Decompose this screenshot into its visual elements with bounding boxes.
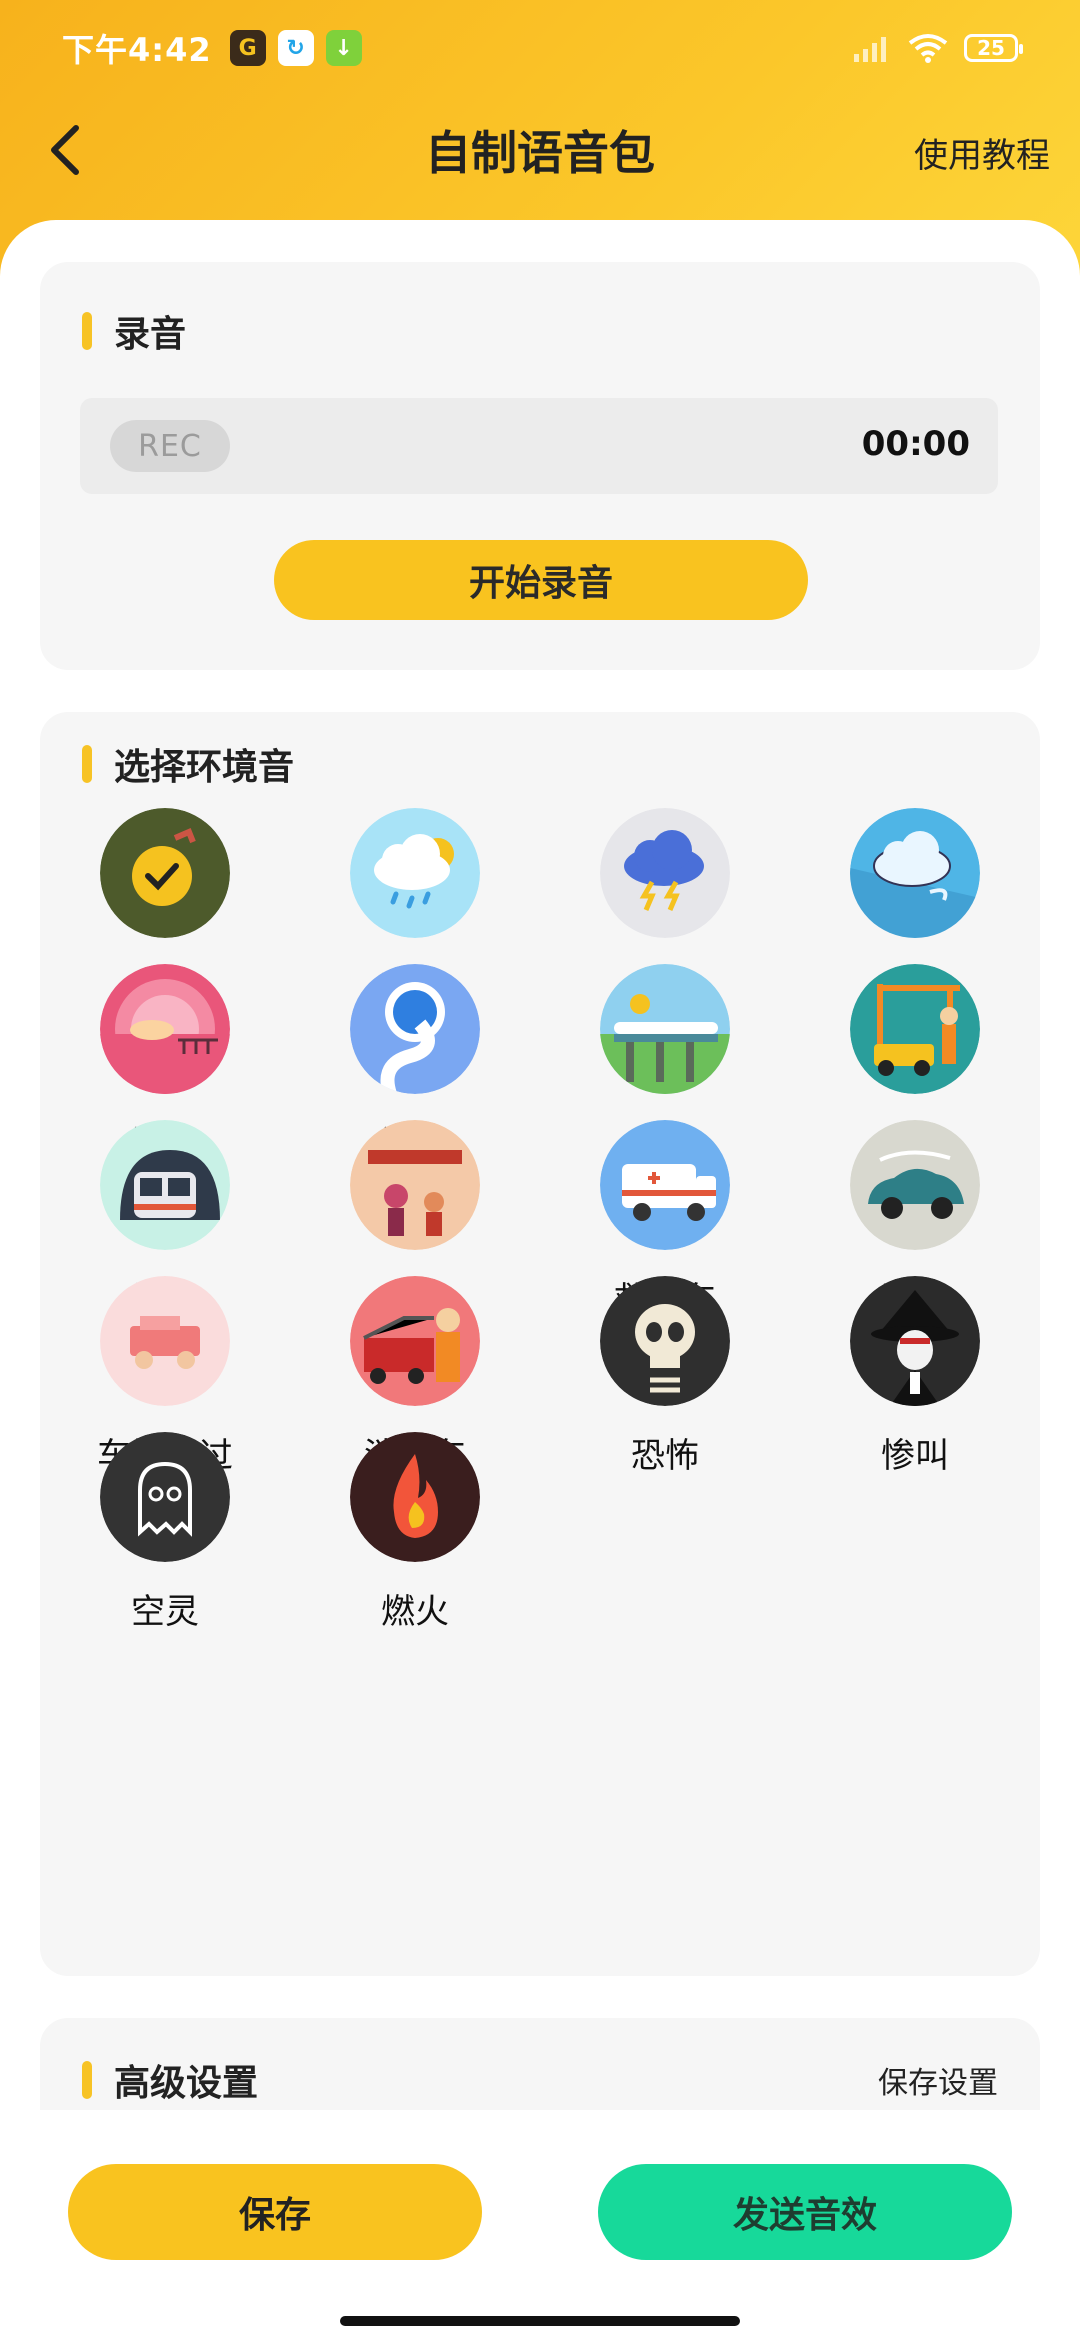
ambient-item-label: 恐怖: [631, 1436, 699, 1476]
status-time: 下午4:42: [62, 31, 212, 69]
game-app-icon: G: [229, 30, 266, 66]
subway-icon: [100, 1120, 230, 1250]
market-icon: [350, 1120, 480, 1250]
ambient-item[interactable]: 恐怖: [540, 1276, 790, 1510]
save-button[interactable]: 保存: [68, 2164, 482, 2260]
status-indicators: 25: [852, 33, 1023, 63]
sports-car-icon: [850, 1120, 980, 1250]
ambient-title-text: 选择环境音: [114, 747, 295, 788]
original-sound-icon: [100, 808, 230, 938]
ambient-item[interactable]: 空灵: [40, 1432, 290, 1666]
rec-badge: REC: [110, 420, 230, 472]
construction-icon: [850, 964, 980, 1094]
section-accent-bar: [82, 2061, 92, 2099]
section-accent-bar: [82, 312, 92, 350]
advanced-title-text: 高级设置: [114, 2063, 259, 2104]
vehicle-icon: [100, 1276, 230, 1406]
record-section-title: 录音: [82, 305, 186, 357]
nav-bar: 自制语音包 使用教程: [0, 100, 1080, 200]
battery-level: 25: [977, 36, 1005, 60]
ambient-item-label: 燃火: [381, 1592, 449, 1632]
ambient-sound-card: 选择环境音 原声雨天打雷大风海边流水火车工地地铁集市救护车跑车车辆驶过消防车恐怖…: [40, 712, 1040, 1976]
ambient-item-label: 惨叫: [881, 1436, 949, 1476]
refresh-app-icon: ↻: [277, 30, 314, 66]
send-effect-button[interactable]: 发送音效: [598, 2164, 1012, 2260]
battery-indicator: 25: [964, 34, 1023, 62]
train-icon: [600, 964, 730, 1094]
wifi-icon: [908, 34, 948, 63]
rain-icon: [350, 808, 480, 938]
recording-display: REC 00:00: [80, 398, 998, 494]
skull-icon: [600, 1276, 730, 1406]
chevron-left-icon: [51, 125, 79, 175]
back-button[interactable]: [34, 120, 94, 180]
wind-icon: [850, 808, 980, 938]
advanced-section-title: 高级设置: [82, 2054, 258, 2106]
page-title: 自制语音包: [425, 126, 655, 180]
record-card: 录音 REC 00:00 开始录音: [40, 262, 1040, 670]
section-accent-bar: [82, 745, 92, 783]
ambulance-icon: [600, 1120, 730, 1250]
status-bar: 下午4:42 G ↻ ↓ 25: [0, 0, 1080, 96]
ambient-section-title: 选择环境音: [82, 738, 294, 790]
thunder-icon: [600, 808, 730, 938]
tutorial-link[interactable]: 使用教程: [914, 128, 1050, 177]
signal-icon: [854, 37, 886, 62]
start-recording-button[interactable]: 开始录音: [274, 540, 808, 620]
ambient-item-label: 空灵: [131, 1592, 199, 1632]
fire-truck-icon: [350, 1276, 480, 1406]
home-indicator[interactable]: [340, 2316, 740, 2326]
water-icon: [350, 964, 480, 1094]
bottom-action-bar: 保存 发送音效: [0, 2110, 1080, 2340]
recording-timer: 00:00: [861, 424, 970, 464]
ghost-icon: [100, 1432, 230, 1562]
download-app-icon: ↓: [325, 30, 362, 66]
record-title-text: 录音: [114, 314, 187, 355]
scream-icon: [850, 1276, 980, 1406]
seaside-icon: [100, 964, 230, 1094]
save-settings-link[interactable]: 保存设置: [878, 2058, 998, 2102]
ambient-item[interactable]: 惨叫: [790, 1276, 1040, 1510]
ambient-item[interactable]: 燃火: [290, 1432, 540, 1666]
fire-icon: [350, 1432, 480, 1562]
